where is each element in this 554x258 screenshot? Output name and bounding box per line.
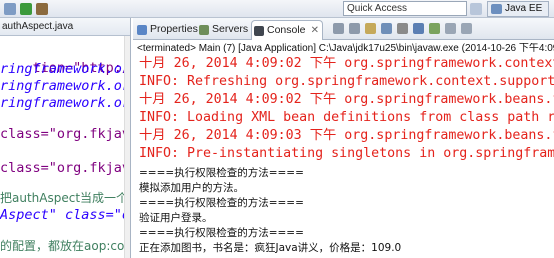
console-output-line: 模拟添加用户的方法。 bbox=[139, 182, 244, 194]
code-comment: 的配置，都放在aop:con bbox=[0, 239, 131, 253]
console-output-line: INFO: Refreshing org.springframework.con… bbox=[139, 74, 554, 89]
console-output-line: 十月 26, 2014 4:09:02 下午 org.springframewo… bbox=[139, 56, 554, 71]
remove-launch-icon[interactable] bbox=[333, 23, 344, 34]
tab-properties[interactable]: Properties bbox=[135, 20, 198, 40]
main-toolbar: Quick Access Java EE bbox=[0, 0, 554, 18]
view-tab-bar: Properties Servers Console ✕ bbox=[133, 18, 554, 40]
java-ee-label: Java EE bbox=[505, 3, 543, 14]
open-perspective-icon[interactable] bbox=[470, 3, 482, 15]
save-icon[interactable] bbox=[4, 3, 16, 15]
tab-servers[interactable]: Servers bbox=[197, 20, 249, 40]
code-line: class="org.fkjava. bbox=[0, 160, 130, 176]
console-output-line: 验证用户登录。 bbox=[139, 212, 213, 224]
tab-console[interactable]: Console ✕ bbox=[251, 20, 323, 40]
open-console-icon[interactable] bbox=[429, 23, 440, 34]
code-line: ringframework.org/s bbox=[0, 78, 131, 94]
console-output-line: INFO: Loading XML bean definitions from … bbox=[139, 110, 554, 125]
code-line: ringframework.org/s bbox=[0, 95, 131, 111]
code-line: ringframework.org/s bbox=[0, 61, 131, 77]
close-icon[interactable]: ✕ bbox=[311, 21, 319, 40]
java-ee-icon bbox=[491, 4, 502, 14]
run-icon[interactable] bbox=[20, 3, 32, 15]
editor-pane: authAspect.java tion="http://www.s ringf… bbox=[0, 18, 131, 258]
tab-properties-label: Properties bbox=[150, 23, 198, 35]
pin-console-icon[interactable] bbox=[397, 23, 408, 34]
properties-icon bbox=[137, 25, 147, 35]
editor-tab[interactable]: authAspect.java bbox=[0, 18, 130, 36]
debug-icon[interactable] bbox=[36, 3, 48, 15]
code-line: class="org.fkjava. bbox=[0, 126, 130, 142]
quick-access-input[interactable]: Quick Access bbox=[343, 1, 467, 16]
code-comment: 把authAspect当成一个 bbox=[0, 191, 129, 205]
remove-all-terminated-icon[interactable] bbox=[349, 23, 360, 34]
editor-scrollbar[interactable] bbox=[124, 36, 130, 258]
tab-console-label: Console bbox=[267, 24, 306, 36]
console-output-line: 十月 26, 2014 4:09:02 下午 org.springframewo… bbox=[139, 92, 554, 107]
console-output-line: ====执行权限检查的方法==== bbox=[139, 197, 304, 209]
console-output-line: ====执行权限检查的方法==== bbox=[139, 227, 304, 239]
console-output-line: INFO: Pre-instantiating singletons in or… bbox=[139, 146, 554, 161]
console-output-line: 正在添加图书，书名是：疯狂Java讲义，价格是：109.0 bbox=[139, 242, 402, 254]
servers-icon bbox=[199, 25, 209, 35]
code-line: Aspect" class="org bbox=[0, 207, 130, 223]
console-view: Properties Servers Console ✕ <terminated… bbox=[133, 18, 554, 258]
console-output-line: 十月 26, 2014 4:09:03 下午 org.springframewo… bbox=[139, 128, 554, 143]
display-selected-console-icon[interactable] bbox=[413, 23, 424, 34]
tab-servers-label: Servers bbox=[212, 23, 249, 35]
console-status-header: <terminated> Main (7) [Java Application]… bbox=[137, 43, 554, 54]
maximize-icon[interactable] bbox=[461, 23, 472, 34]
console-icon bbox=[254, 26, 264, 36]
scroll-lock-icon[interactable] bbox=[365, 23, 376, 34]
minimize-icon[interactable] bbox=[445, 23, 456, 34]
java-ee-perspective-button[interactable]: Java EE bbox=[487, 1, 549, 17]
clear-console-icon[interactable] bbox=[381, 23, 392, 34]
console-output-line: ====执行权限检查的方法==== bbox=[139, 167, 304, 179]
